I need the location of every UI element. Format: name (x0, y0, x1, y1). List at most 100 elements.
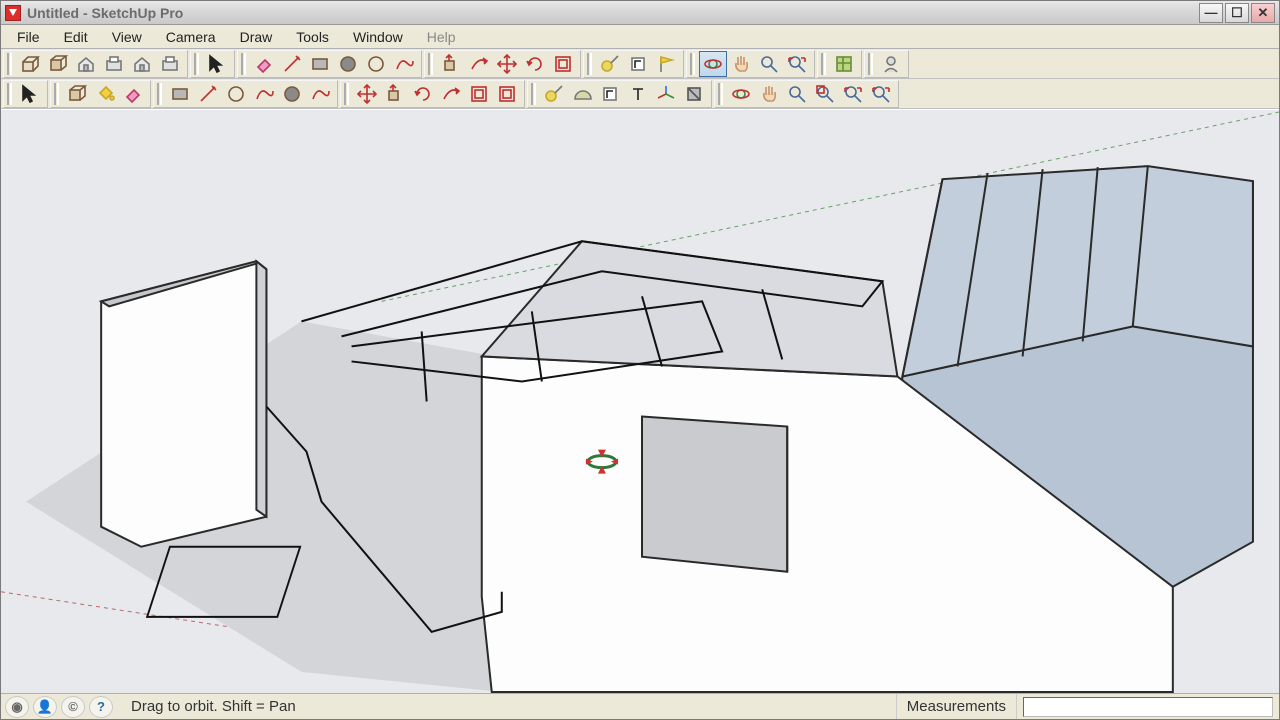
offset-2-icon[interactable] (493, 81, 521, 107)
print-icon[interactable] (100, 51, 128, 77)
house-icon[interactable] (72, 51, 100, 77)
line-icon[interactable] (194, 81, 222, 107)
rotate-icon[interactable] (521, 51, 549, 77)
toolbar-grip-icon[interactable] (428, 53, 433, 75)
section-icon[interactable] (680, 81, 708, 107)
toolbar-grip-icon[interactable] (54, 83, 59, 105)
followme-2-icon[interactable] (437, 81, 465, 107)
house-plus-icon[interactable] (128, 51, 156, 77)
zoom-icon[interactable] (755, 51, 783, 77)
component-2-icon[interactable] (63, 81, 91, 107)
toolbar-grip-icon[interactable] (868, 53, 873, 75)
rectangle-icon[interactable] (306, 51, 334, 77)
menu-window[interactable]: Window (341, 26, 415, 48)
freehand-icon[interactable] (390, 51, 418, 77)
toolbar-grip-icon[interactable] (531, 83, 536, 105)
move-2-icon[interactable] (353, 81, 381, 107)
eraser-icon[interactable] (250, 51, 278, 77)
map-icon[interactable] (830, 51, 858, 77)
scale-icon[interactable] (465, 81, 493, 107)
tool-group (153, 80, 338, 108)
toolbar-grip-icon[interactable] (7, 83, 12, 105)
menu-tools[interactable]: Tools (284, 26, 341, 48)
pan-icon[interactable] (727, 51, 755, 77)
user-icon[interactable]: 👤 (33, 696, 57, 718)
circle-filled-icon[interactable] (334, 51, 362, 77)
circle-2-icon[interactable] (222, 81, 250, 107)
toolbar-row-1 (1, 49, 1279, 79)
credits-icon[interactable]: © (61, 696, 85, 718)
model-viewport[interactable] (1, 109, 1279, 693)
zoom-2-icon[interactable] (783, 81, 811, 107)
tool-group (527, 80, 712, 108)
menu-camera[interactable]: Camera (154, 26, 228, 48)
offset-icon[interactable] (549, 51, 577, 77)
dimension-icon[interactable] (596, 81, 624, 107)
toolbar-grip-icon[interactable] (344, 83, 349, 105)
zoom-extents-2-icon[interactable] (839, 81, 867, 107)
zoom-window-icon[interactable] (811, 81, 839, 107)
polygon-icon[interactable] (278, 81, 306, 107)
measurements-input[interactable] (1023, 697, 1273, 717)
maximize-button[interactable]: ☐ (1225, 3, 1249, 23)
orbit-2-icon[interactable] (727, 81, 755, 107)
menu-edit[interactable]: Edit (52, 26, 100, 48)
arc-icon[interactable] (250, 81, 278, 107)
tool-group (237, 50, 422, 78)
menu-help[interactable]: Help (415, 26, 468, 48)
pushpull-icon[interactable] (437, 51, 465, 77)
menu-draw[interactable]: Draw (228, 26, 285, 48)
toolbar-grip-icon[interactable] (7, 53, 12, 75)
toolbar-grip-icon[interactable] (690, 53, 695, 75)
eraser-2-icon[interactable] (119, 81, 147, 107)
followme-1-icon[interactable] (465, 51, 493, 77)
select-arrow-2-icon[interactable] (16, 81, 44, 107)
yellow-flag-icon[interactable] (652, 51, 680, 77)
orbit-icon[interactable] (699, 51, 727, 77)
toolbar-grip-icon[interactable] (194, 53, 199, 75)
protractor-icon[interactable] (568, 81, 596, 107)
rotate-2-icon[interactable] (409, 81, 437, 107)
minimize-button[interactable]: — (1199, 3, 1223, 23)
tape-2-icon[interactable] (540, 81, 568, 107)
tape-icon[interactable] (596, 51, 624, 77)
close-button[interactable]: ✕ (1251, 3, 1275, 23)
text-icon[interactable] (624, 81, 652, 107)
box-icon[interactable] (156, 51, 184, 77)
menubar: File Edit View Camera Draw Tools Window … (1, 25, 1279, 49)
rectangle-2-icon[interactable] (166, 81, 194, 107)
circle-outline-icon[interactable] (362, 51, 390, 77)
tool-group (686, 50, 815, 78)
text-dim-icon[interactable] (624, 51, 652, 77)
tool-group (583, 50, 684, 78)
previous-icon[interactable] (867, 81, 895, 107)
toolbar-grip-icon[interactable] (157, 83, 162, 105)
tool-group (3, 80, 48, 108)
axes-icon[interactable] (652, 81, 680, 107)
zoom-extents-icon[interactable] (783, 51, 811, 77)
measurements-label: Measurements (896, 694, 1017, 719)
pushpull-2-icon[interactable] (381, 81, 409, 107)
move-icon[interactable] (493, 51, 521, 77)
geo-location-icon[interactable]: ◉ (5, 696, 29, 718)
menu-file[interactable]: File (5, 26, 52, 48)
model-icon[interactable] (16, 51, 44, 77)
help-icon[interactable]: ? (89, 696, 113, 718)
toolbar-row-2 (1, 79, 1279, 109)
toolbar-grip-icon[interactable] (587, 53, 592, 75)
toolbar-grip-icon[interactable] (241, 53, 246, 75)
pan-2-icon[interactable] (755, 81, 783, 107)
freehand-2-icon[interactable] (306, 81, 334, 107)
instructor-icon[interactable] (877, 51, 905, 77)
tool-group (864, 50, 909, 78)
toolbar-grip-icon[interactable] (718, 83, 723, 105)
pencil-icon[interactable] (278, 51, 306, 77)
paintbucket-icon[interactable] (91, 81, 119, 107)
menu-view[interactable]: View (100, 26, 154, 48)
component-icon[interactable] (44, 51, 72, 77)
titlebar[interactable]: Untitled - SketchUp Pro — ☐ ✕ (1, 1, 1279, 25)
tool-group (340, 80, 525, 108)
select-arrow-icon[interactable] (203, 51, 231, 77)
tool-group (424, 50, 581, 78)
toolbar-grip-icon[interactable] (821, 53, 826, 75)
